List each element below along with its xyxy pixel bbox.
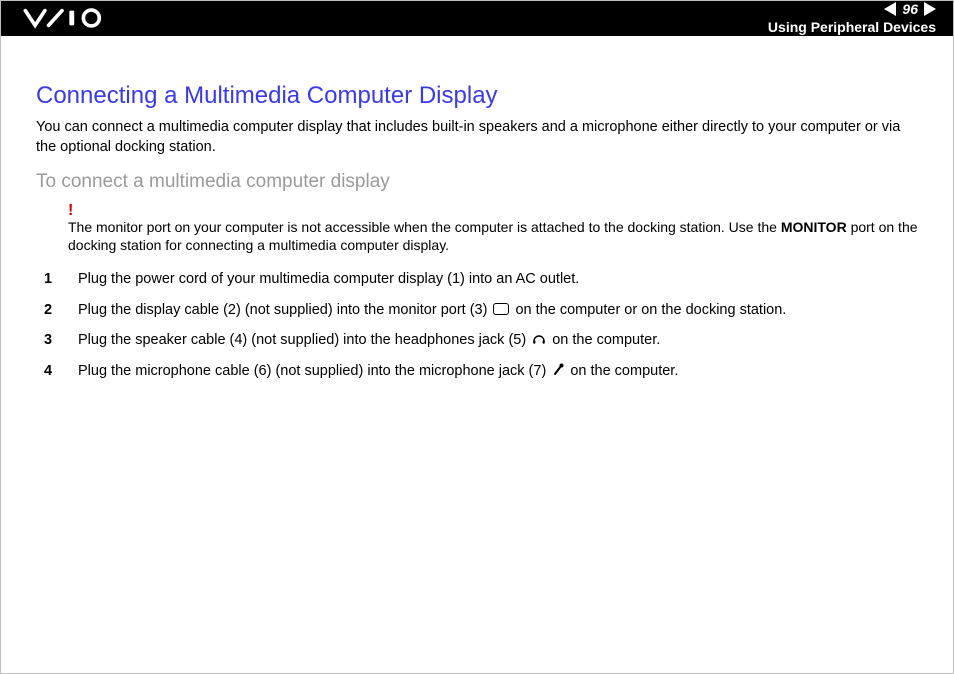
next-page-arrow-icon[interactable] [924,2,936,16]
microphone-icon [552,360,564,382]
page-nav: 96 [884,1,936,17]
step-1: Plug the power cord of your multimedia c… [36,264,918,294]
step-4-text-b: on the computer. [566,363,678,379]
section-title: Using Peripheral Devices [768,19,936,35]
steps-list: Plug the power cord of your multimedia c… [36,264,918,386]
step-2-text-b: on the computer or on the docking statio… [511,302,786,318]
step-3-text-a: Plug the speaker cable (4) (not supplied… [78,332,530,348]
page-content: Connecting a Multimedia Computer Display… [0,36,954,404]
step-2-text-a: Plug the display cable (2) (not supplied… [78,302,491,318]
procedure-heading: To connect a multimedia computer display [36,171,918,193]
prev-page-arrow-icon[interactable] [884,2,896,16]
step-3-text-b: on the computer. [548,332,660,348]
header-bar: 96 Using Peripheral Devices [0,0,954,36]
intro-paragraph: You can connect a multimedia computer di… [36,118,918,157]
caution-note: ! The monitor port on your computer is n… [68,203,918,254]
vaio-logo [18,7,128,29]
note-pre: The monitor port on your computer is not… [68,219,781,235]
exclamation-icon: ! [68,203,918,219]
step-2: Plug the display cable (2) (not supplied… [36,295,918,325]
page-number: 96 [902,1,918,17]
headphones-icon [532,329,546,351]
note-text: The monitor port on your computer is not… [68,219,918,254]
step-3: Plug the speaker cable (4) (not supplied… [36,325,918,356]
step-4: Plug the microphone cable (6) (not suppl… [36,356,918,387]
page-title: Connecting a Multimedia Computer Display [36,82,918,110]
step-4-text-a: Plug the microphone cable (6) (not suppl… [78,363,550,379]
step-1-text: Plug the power cord of your multimedia c… [78,271,579,287]
note-bold: MONITOR [781,219,847,235]
monitor-port-icon [493,303,509,315]
